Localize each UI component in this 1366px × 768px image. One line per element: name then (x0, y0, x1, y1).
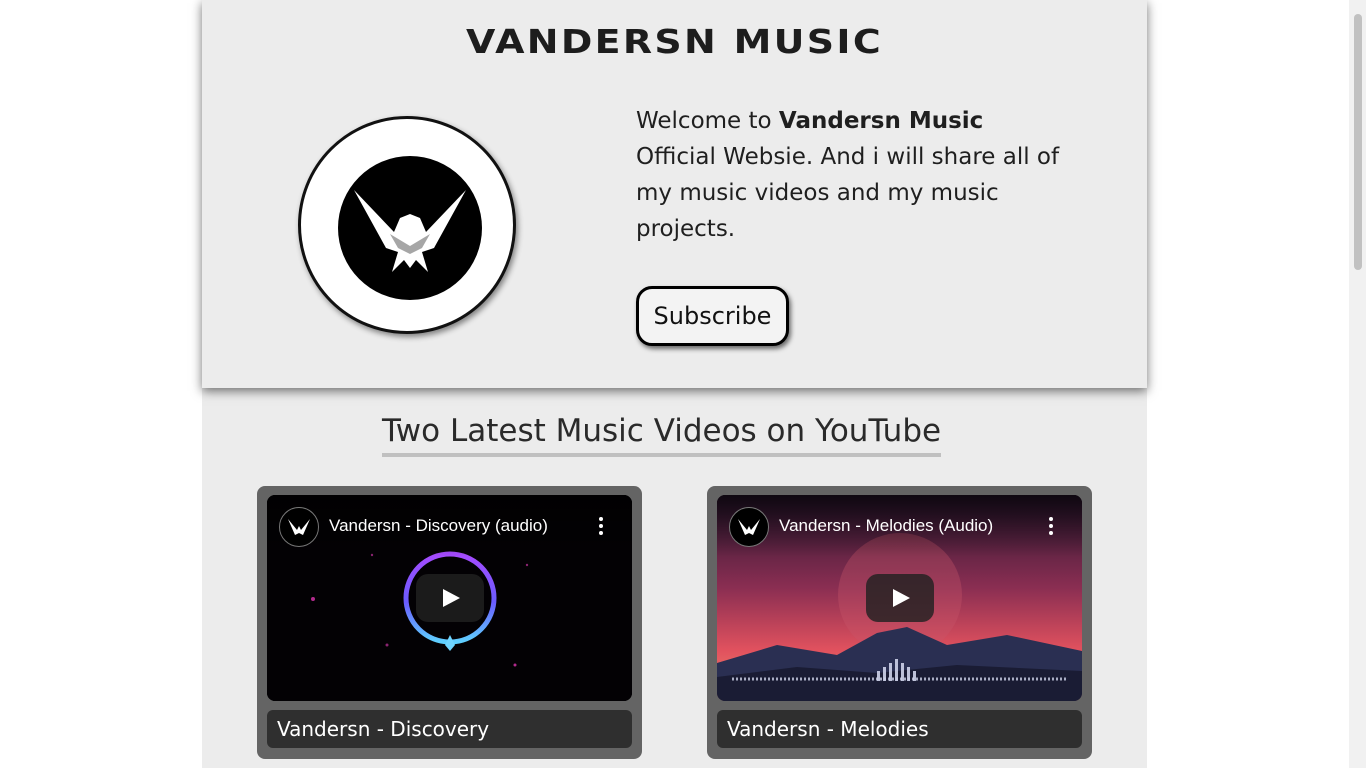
more-options-icon[interactable] (1048, 517, 1054, 537)
video-caption: Vandersn - Discovery (267, 710, 632, 748)
subscribe-button[interactable]: Subscribe (636, 286, 789, 346)
welcome-name: Vandersn Music (778, 108, 984, 134)
brand-title: VANDERSN MUSIC (466, 22, 883, 61)
video-card-discovery: Vandersn - Discovery (audio) Vandersn - … (257, 486, 642, 759)
eagle-logo-icon (298, 116, 516, 334)
welcome-text: Welcome to Vandersn Music Official Websi… (636, 103, 1066, 247)
channel-avatar-icon[interactable] (279, 507, 319, 547)
video-caption: Vandersn - Melodies (717, 710, 1082, 748)
play-icon[interactable] (416, 574, 484, 622)
video-embed-title[interactable]: Vandersn - Melodies (Audio) (779, 516, 993, 536)
video-card-melodies: Vandersn - Melodies (Audio) Vandersn - M… (707, 486, 1092, 759)
video-player-melodies[interactable]: Vandersn - Melodies (Audio) (717, 495, 1082, 701)
latest-videos-heading: Two Latest Music Videos on YouTube (382, 413, 942, 457)
page-scrollbar[interactable] (1349, 0, 1366, 768)
welcome-rest: Official Websie. And i will share all of… (636, 144, 1060, 242)
welcome-prefix: Welcome to (636, 108, 779, 134)
video-embed-title[interactable]: Vandersn - Discovery (audio) (329, 516, 548, 536)
channel-avatar-icon[interactable] (729, 507, 769, 547)
video-player-discovery[interactable]: Vandersn - Discovery (audio) (267, 495, 632, 701)
scrollbar-thumb[interactable] (1354, 14, 1362, 270)
page-container: VANDERSN MUSIC Welcome to Vandersn Music… (202, 0, 1147, 768)
play-icon[interactable] (866, 574, 934, 622)
hero-card: VANDERSN MUSIC Welcome to Vandersn Music… (202, 0, 1147, 388)
more-options-icon[interactable] (598, 517, 604, 537)
